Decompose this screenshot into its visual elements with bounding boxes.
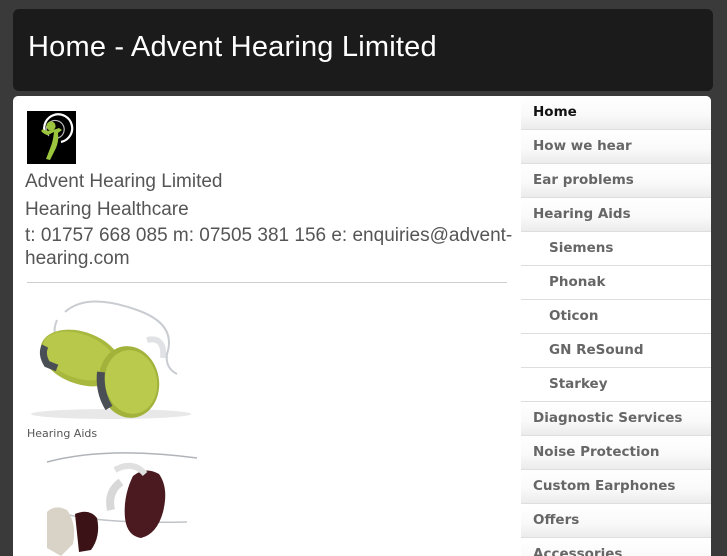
content-divider bbox=[27, 282, 507, 283]
sidebar-item-starkey[interactable]: Starkey bbox=[521, 367, 711, 401]
hearing-aids-image[interactable] bbox=[27, 296, 195, 424]
page-title: Home - Advent Hearing Limited bbox=[28, 31, 437, 63]
company-name: Advent Hearing Limited bbox=[25, 171, 223, 192]
company-tagline: Hearing Healthcare bbox=[25, 198, 189, 220]
sidebar-item-home[interactable]: Home bbox=[521, 96, 711, 129]
sidebar-item-ear-problems[interactable]: Ear problems bbox=[521, 163, 711, 197]
contact-details: t: 01757 668 085 m: 07505 381 156 e: enq… bbox=[25, 225, 513, 269]
sidebar-item-custom-earphones[interactable]: Custom Earphones bbox=[521, 469, 711, 503]
main-panel: Advent Hearing Limited Hearing Healthcar… bbox=[13, 96, 711, 556]
hearing-aids-caption: Hearing Aids bbox=[27, 427, 98, 440]
sidebar-item-hearing-aids[interactable]: Hearing Aids bbox=[521, 197, 711, 231]
custom-earphones-image[interactable] bbox=[37, 452, 198, 556]
page-header: Home - Advent Hearing Limited bbox=[13, 9, 713, 91]
sidebar-item-offers[interactable]: Offers bbox=[521, 503, 711, 537]
sidebar-item-how-we-hear[interactable]: How we hear bbox=[521, 129, 711, 163]
sidebar-item-oticon[interactable]: Oticon bbox=[521, 299, 711, 333]
sidebar-item-gn-resound[interactable]: GN ReSound bbox=[521, 333, 711, 367]
sidebar-item-phonak[interactable]: Phonak bbox=[521, 265, 711, 299]
sidebar-item-diagnostic-services[interactable]: Diagnostic Services bbox=[521, 401, 711, 435]
sidebar-item-accessories[interactable]: Accessories bbox=[521, 537, 711, 556]
sidebar-item-noise-protection[interactable]: Noise Protection bbox=[521, 435, 711, 469]
content-area: Advent Hearing Limited Hearing Healthcar… bbox=[13, 96, 521, 556]
sidebar-nav: Home How we hear Ear problems Hearing Aids S… bbox=[521, 96, 711, 556]
company-logo[interactable] bbox=[27, 111, 76, 164]
sidebar-item-siemens[interactable]: Siemens bbox=[521, 231, 711, 265]
company-info: Advent Hearing Limited Hearing Healthcar… bbox=[25, 168, 515, 270]
